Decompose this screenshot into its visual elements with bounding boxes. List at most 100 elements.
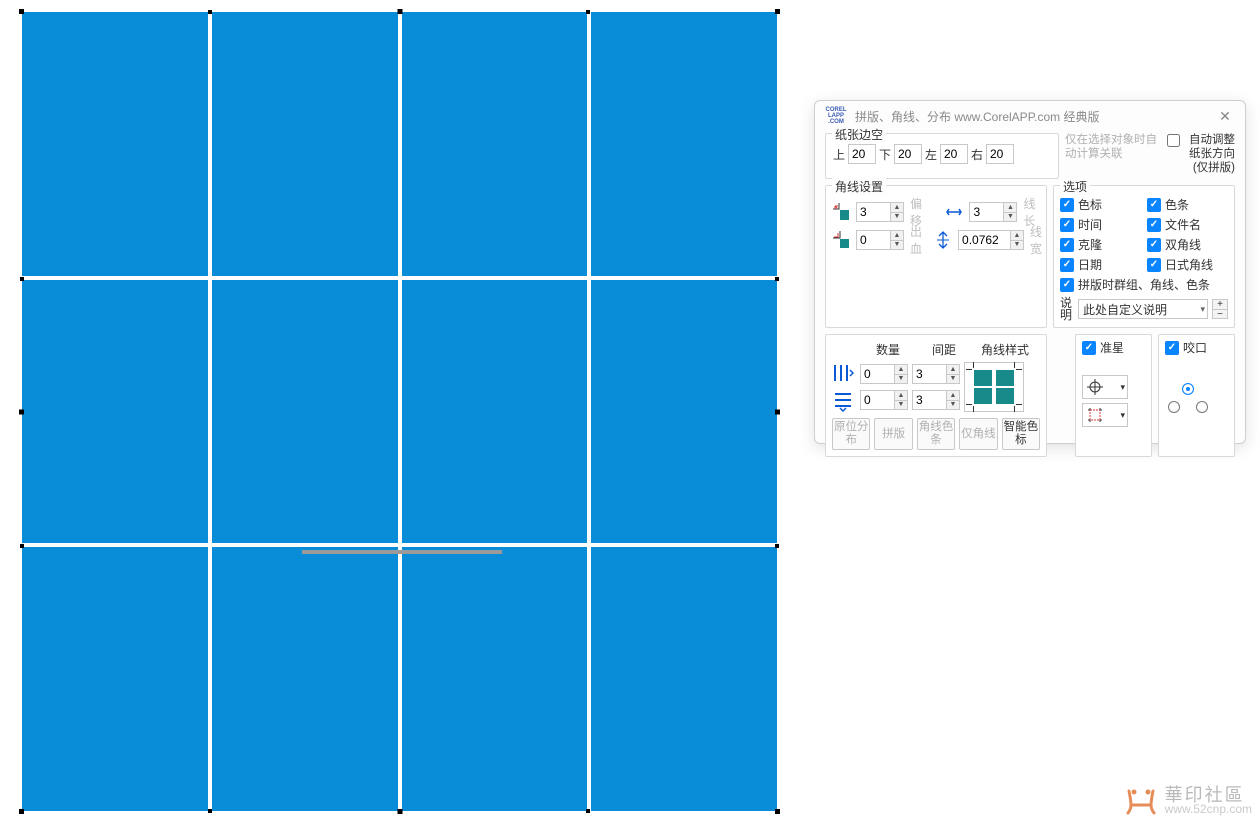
margins-group: 纸张边空 上 下 左 右 [825, 133, 1059, 179]
offset-spinner[interactable]: ▲▼ [856, 202, 904, 222]
rows-qty-spinner[interactable]: ▲▼ [860, 390, 908, 410]
rows-qty-input[interactable] [860, 390, 894, 410]
offset-input[interactable] [856, 202, 890, 222]
grid-cell[interactable] [591, 12, 777, 276]
smart-colormark-button[interactable]: 智能色标 [1002, 418, 1040, 450]
edge-handle[interactable] [586, 10, 590, 14]
bite-checkbox[interactable]: 咬口 [1165, 339, 1207, 356]
target-icon [1087, 379, 1103, 395]
grid-cell[interactable] [402, 12, 588, 276]
grid-cell[interactable] [212, 547, 398, 811]
selection-handle[interactable] [19, 409, 24, 414]
selection-handle[interactable] [19, 9, 24, 14]
opt-jp-corner[interactable]: 日式角线 [1147, 256, 1228, 273]
length-spinner[interactable]: ▲▼ [969, 202, 1017, 222]
edge-handle[interactable] [775, 544, 779, 548]
edge-handle[interactable] [586, 809, 590, 813]
grid-cell[interactable] [402, 280, 588, 544]
note-select[interactable]: 此处自定义说明 ▾ [1078, 299, 1208, 319]
margin-left-input[interactable] [940, 144, 968, 164]
opt-color-mark[interactable]: 色标 [1060, 196, 1141, 213]
checkbox-checked-icon [1147, 218, 1161, 232]
grid-cell[interactable] [591, 547, 777, 811]
corner-only-button[interactable]: 仅角线 [959, 418, 997, 450]
margin-top-input[interactable] [848, 144, 876, 164]
bite-position-selector[interactable] [1165, 375, 1211, 421]
cornerstyle-preview[interactable] [964, 362, 1024, 412]
grid-cell[interactable] [22, 280, 208, 544]
bite-radio-top[interactable] [1182, 383, 1194, 395]
grid-cell[interactable] [22, 547, 208, 811]
canvas-artboard[interactable] [22, 12, 777, 811]
watermark: 華印社區 www.52cnp.com [1123, 787, 1252, 817]
edge-handle[interactable] [20, 544, 24, 548]
corner-colorbar-button[interactable]: 角线色条 [917, 418, 955, 450]
close-button[interactable]: ✕ [1213, 108, 1237, 125]
grid-cell[interactable] [212, 12, 398, 276]
opt-group-all[interactable]: 拼版时群组、角线、色条 [1060, 276, 1228, 293]
impose-button[interactable]: 拼版 [874, 418, 912, 450]
opt-color-bar[interactable]: 色条 [1147, 196, 1228, 213]
selection-handle[interactable] [775, 809, 780, 814]
edge-handle[interactable] [20, 277, 24, 281]
margin-top-label: 上 [832, 146, 846, 163]
grid-cell[interactable] [212, 280, 398, 544]
selection-handle[interactable] [397, 9, 402, 14]
auto-adjust-checkbox-input[interactable] [1167, 134, 1180, 147]
spin-up[interactable]: ▲ [890, 230, 904, 240]
opt-clone[interactable]: 克隆 [1060, 236, 1141, 253]
grid-cell[interactable] [22, 12, 208, 276]
reg-crop-select[interactable]: ▾ [1082, 403, 1128, 427]
spin-down[interactable]: ▼ [890, 240, 904, 251]
bleed-label: 出血 [910, 223, 922, 257]
cols-gap-spinner[interactable]: ▲▼ [912, 364, 960, 384]
bleed-icon [832, 230, 850, 250]
opt-time[interactable]: 时间 [1060, 216, 1141, 233]
rows-gap-spinner[interactable]: ▲▼ [912, 390, 960, 410]
spin-up[interactable]: ▲ [890, 202, 904, 212]
opt-date[interactable]: 日期 [1060, 256, 1141, 273]
selection-handle[interactable] [19, 809, 24, 814]
edge-handle[interactable] [208, 809, 212, 813]
bleed-input[interactable] [856, 230, 890, 250]
note-remove-button[interactable]: − [1212, 309, 1228, 319]
spin-down[interactable]: ▼ [890, 212, 904, 223]
bite-radio-left[interactable] [1168, 401, 1180, 413]
linewidth-input[interactable] [958, 230, 1010, 250]
chevron-down-icon: ▾ [1120, 382, 1125, 393]
auto-adjust-checkbox[interactable]: 自动调整纸张方向(仅拼版) [1167, 133, 1235, 175]
linewidth-spinner[interactable]: ▲▼ [958, 230, 1024, 250]
spin-up[interactable]: ▲ [1010, 230, 1024, 240]
grid-cell[interactable] [402, 547, 588, 811]
cols-gap-input[interactable] [912, 364, 946, 384]
spin-up[interactable]: ▲ [1003, 202, 1017, 212]
rows-gap-input[interactable] [912, 390, 946, 410]
reg-target-select[interactable]: ▾ [1082, 375, 1128, 399]
cornerline-label: 角线设置 [832, 178, 886, 195]
distribute-button[interactable]: 原位分布 [832, 418, 870, 450]
offset-icon [832, 202, 850, 222]
spin-down[interactable]: ▼ [1010, 240, 1024, 251]
bleed-spinner[interactable]: ▲▼ [856, 230, 904, 250]
cols-qty-input[interactable] [860, 364, 894, 384]
margin-bottom-input[interactable] [894, 144, 922, 164]
linewidth-label: 线宽 [1030, 223, 1042, 257]
grid-cell[interactable] [591, 280, 777, 544]
bite-radio-right[interactable] [1196, 401, 1208, 413]
spin-down[interactable]: ▼ [1003, 212, 1017, 223]
chevron-down-icon: ▾ [1200, 304, 1205, 315]
selection-handle[interactable] [397, 809, 402, 814]
edge-handle[interactable] [775, 277, 779, 281]
reg-checkbox[interactable]: 准星 [1082, 339, 1124, 356]
registration-group: 准星 ▾ ▾ [1075, 334, 1152, 457]
cols-qty-spinner[interactable]: ▲▼ [860, 364, 908, 384]
margin-right-input[interactable] [986, 144, 1014, 164]
length-input[interactable] [969, 202, 1003, 222]
selection-handle[interactable] [775, 9, 780, 14]
edge-handle[interactable] [208, 10, 212, 14]
opt-filename[interactable]: 文件名 [1147, 216, 1228, 233]
checkbox-checked-icon [1060, 278, 1074, 292]
opt-double-corner[interactable]: 双角线 [1147, 236, 1228, 253]
note-add-button[interactable]: + [1212, 299, 1228, 309]
selection-handle[interactable] [775, 409, 780, 414]
